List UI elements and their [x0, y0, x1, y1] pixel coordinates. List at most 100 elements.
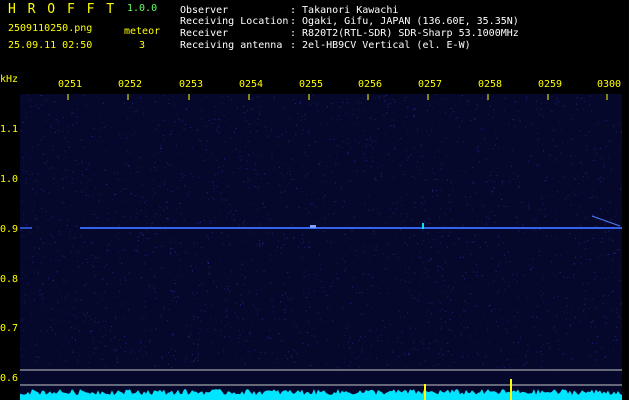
noise-speck [566, 183, 568, 185]
noise-speck [73, 314, 75, 316]
noise-speck [144, 329, 146, 331]
noise-speck [300, 119, 302, 121]
noise-speck [421, 229, 423, 231]
noise-speck [531, 218, 533, 220]
noise-speck [605, 120, 607, 122]
noise-speck [163, 306, 165, 308]
noise-speck [437, 151, 439, 152]
noise-speck [361, 102, 362, 104]
noise-speck [288, 276, 290, 278]
noise-speck [318, 163, 320, 165]
noise-speck [206, 363, 208, 365]
noise-speck [379, 97, 381, 99]
noise-speck [401, 342, 402, 344]
noise-speck [77, 108, 79, 110]
noise-speck [62, 202, 64, 204]
noise-speck [172, 167, 174, 169]
noise-speck [503, 195, 505, 197]
noise-speck [494, 144, 496, 146]
noise-speck [254, 169, 256, 171]
noise-speck [591, 110, 593, 112]
noise-speck [104, 335, 106, 336]
noise-speck [241, 274, 243, 276]
noise-speck [338, 115, 340, 117]
y-tick-0-7: 0.7 [0, 323, 19, 334]
noise-speck [387, 104, 389, 106]
noise-speck [590, 326, 592, 328]
noise-speck [125, 199, 127, 201]
noise-speck [152, 286, 154, 288]
noise-speck [69, 231, 71, 233]
noise-speck [540, 108, 542, 110]
noise-speck [236, 283, 238, 285]
noise-speck [429, 162, 431, 164]
noise-speck [614, 123, 616, 125]
noise-speck [597, 255, 599, 257]
noise-speck [372, 141, 373, 143]
noise-speck [428, 135, 430, 137]
noise-speck [56, 271, 58, 272]
noise-speck [587, 146, 589, 148]
noise-speck [434, 340, 436, 342]
noise-speck [477, 184, 479, 186]
noise-speck [24, 275, 26, 277]
noise-speck [230, 126, 232, 128]
noise-speck [603, 166, 605, 168]
noise-speck [613, 253, 615, 254]
noise-speck [514, 316, 515, 318]
noise-speck [410, 154, 412, 156]
noise-speck [49, 127, 51, 129]
noise-speck [94, 274, 96, 276]
noise-speck [171, 348, 173, 350]
noise-speck [281, 105, 283, 107]
noise-speck [269, 224, 271, 225]
noise-speck [333, 291, 335, 293]
noise-speck [244, 117, 246, 119]
noise-speck [324, 195, 326, 197]
noise-speck [80, 209, 82, 210]
noise-speck [284, 317, 286, 319]
noise-speck [589, 247, 591, 249]
noise-speck [76, 122, 78, 124]
noise-speck [83, 94, 85, 96]
noise-speck [20, 97, 22, 99]
noise-speck [576, 270, 578, 272]
noise-speck [242, 330, 244, 332]
noise-speck [288, 140, 290, 142]
noise-speck [377, 167, 379, 169]
noise-speck [363, 340, 365, 342]
noise-speck [589, 214, 591, 216]
noise-speck [573, 292, 574, 294]
noise-speck [417, 243, 419, 245]
noise-speck [594, 159, 596, 161]
antenna-label: Receiving antenna [180, 40, 283, 51]
noise-speck [80, 182, 82, 184]
noise-speck [596, 123, 598, 125]
noise-speck [282, 175, 284, 177]
noise-speck [174, 106, 176, 108]
noise-speck [450, 114, 452, 116]
noise-speck [154, 365, 156, 367]
noise-speck [25, 116, 27, 118]
noise-speck [156, 153, 158, 155]
noise-speck [255, 307, 257, 309]
noise-speck [225, 316, 227, 318]
noise-speck [281, 134, 283, 136]
noise-speck [612, 238, 614, 240]
noise-speck [110, 157, 112, 159]
noise-speck [501, 365, 503, 367]
noise-speck [581, 163, 583, 165]
noise-speck [442, 284, 444, 286]
noise-speck [170, 238, 172, 240]
noise-speck [402, 233, 404, 235]
noise-speck [51, 328, 53, 330]
noise-speck [293, 255, 295, 257]
noise-speck [440, 242, 442, 244]
noise-speck [406, 132, 408, 134]
noise-speck [50, 258, 52, 260]
noise-speck [164, 167, 166, 169]
noise-speck [461, 275, 463, 277]
noise-speck [376, 207, 378, 209]
noise-speck [510, 367, 511, 369]
noise-speck [551, 261, 553, 263]
